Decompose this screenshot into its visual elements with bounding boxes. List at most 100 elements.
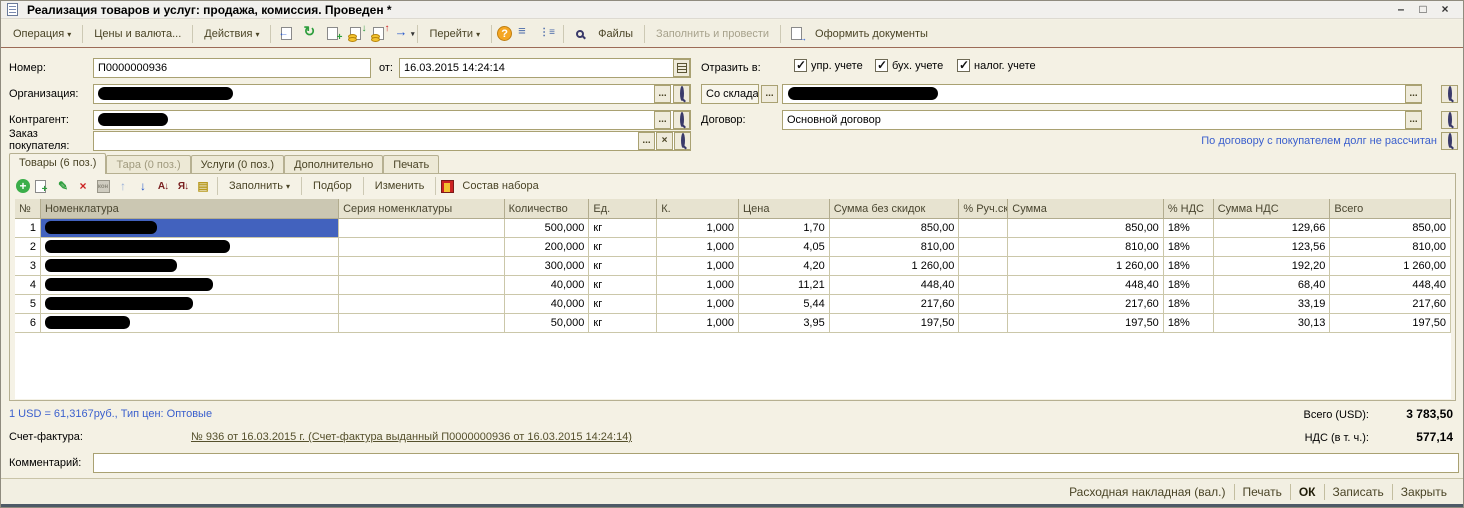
refresh-icon[interactable]: ↻: [299, 24, 320, 44]
cell-manual[interactable]: [959, 238, 1008, 257]
cell-sum[interactable]: 850,00: [1008, 219, 1164, 238]
column-header[interactable]: №: [15, 199, 41, 219]
files-button[interactable]: Файлы: [592, 25, 639, 43]
contract-open-button[interactable]: [1441, 111, 1458, 129]
cell-vat_sum[interactable]: 192,20: [1214, 257, 1331, 276]
cell-sum_wo[interactable]: 1 260,00: [830, 257, 960, 276]
cell-series[interactable]: [339, 257, 505, 276]
sort-desc-icon[interactable]: Я↓: [174, 177, 192, 195]
cell-total[interactable]: 197,50: [1330, 314, 1451, 333]
cell-price[interactable]: 3,95: [739, 314, 830, 333]
tab-tara[interactable]: Тара (0 поз.): [106, 155, 190, 174]
cell-total[interactable]: 810,00: [1330, 238, 1451, 257]
column-header[interactable]: Ед.: [589, 199, 657, 219]
cell-vat[interactable]: 18%: [1164, 295, 1214, 314]
cell-num[interactable]: 5: [15, 295, 41, 314]
move-up-icon[interactable]: ↑: [114, 177, 132, 195]
debt-open-button[interactable]: [1441, 132, 1458, 150]
cell-sum_wo[interactable]: 448,40: [830, 276, 960, 295]
print-button[interactable]: Печать: [1235, 482, 1290, 502]
cell-unit[interactable]: кг: [589, 238, 657, 257]
edit-row-icon[interactable]: ✎: [54, 177, 72, 195]
cell-num[interactable]: 2: [15, 238, 41, 257]
cell-qty[interactable]: 200,000: [505, 238, 590, 257]
ok-button[interactable]: ОК: [1291, 482, 1324, 502]
cell-sum[interactable]: 448,40: [1008, 276, 1164, 295]
comment-input[interactable]: [93, 453, 1459, 473]
cell-num[interactable]: 4: [15, 276, 41, 295]
debt-status-link[interactable]: По договору с покупателем долг не рассчи…: [1141, 135, 1437, 147]
sort-asc-icon[interactable]: А↓: [154, 177, 172, 195]
delete-row-icon[interactable]: ×: [74, 177, 92, 195]
cell-vat[interactable]: 18%: [1164, 276, 1214, 295]
actions-menu[interactable]: Действия▾: [198, 25, 265, 43]
contract-select-button[interactable]: ...: [1405, 111, 1422, 129]
cell-total[interactable]: 448,40: [1330, 276, 1451, 295]
cell-manual[interactable]: [959, 276, 1008, 295]
copy-add-icon[interactable]: +: [322, 24, 343, 44]
order-clear-button[interactable]: ×: [656, 132, 673, 150]
tab-additional[interactable]: Дополнительно: [284, 155, 383, 174]
cell-qty[interactable]: 40,000: [505, 276, 590, 295]
checkbox-icon[interactable]: [875, 59, 888, 72]
cell-name[interactable]: [41, 295, 339, 314]
cell-manual[interactable]: [959, 314, 1008, 333]
cell-sum_wo[interactable]: 197,50: [830, 314, 960, 333]
cell-qty[interactable]: 300,000: [505, 257, 590, 276]
tab-goods[interactable]: Товары (6 поз.): [9, 153, 106, 174]
column-header[interactable]: Сумма без скидок: [830, 199, 960, 219]
cell-sum[interactable]: 810,00: [1008, 238, 1164, 257]
column-header[interactable]: Серия номенклатуры: [339, 199, 505, 219]
end-edit-icon[interactable]: кон: [94, 177, 112, 195]
cell-vat_sum[interactable]: 68,40: [1214, 276, 1331, 295]
column-header[interactable]: Количество: [505, 199, 590, 219]
date-input[interactable]: 16.03.2015 14:24:14: [399, 58, 691, 78]
warehouse-open-button[interactable]: [1441, 85, 1458, 103]
cell-vat_sum[interactable]: 33,19: [1214, 295, 1331, 314]
cell-qty[interactable]: 500,000: [505, 219, 590, 238]
cell-num[interactable]: 1: [15, 219, 41, 238]
cell-unit[interactable]: кг: [589, 276, 657, 295]
checkbox-upr-uchet[interactable]: упр. учете: [794, 59, 863, 72]
cell-vat_sum[interactable]: 30,13: [1214, 314, 1331, 333]
cell-series[interactable]: [339, 295, 505, 314]
cell-vat[interactable]: 18%: [1164, 219, 1214, 238]
organization-select-button[interactable]: ...: [654, 85, 671, 103]
cell-total[interactable]: 1 260,00: [1330, 257, 1451, 276]
cell-name[interactable]: [41, 314, 339, 333]
cell-vat[interactable]: 18%: [1164, 314, 1214, 333]
cell-price[interactable]: 4,20: [739, 257, 830, 276]
cell-k[interactable]: 1,000: [657, 238, 739, 257]
minimize-button[interactable]: –: [1391, 2, 1411, 17]
create-based-on-icon[interactable]: →▾: [391, 24, 412, 44]
contract-input[interactable]: Основной договор: [782, 110, 1422, 130]
save-button[interactable]: Записать: [1325, 482, 1392, 502]
cell-sum_wo[interactable]: 217,60: [830, 295, 960, 314]
subordination-list-icon[interactable]: ≡: [514, 24, 535, 44]
cell-unit[interactable]: кг: [589, 219, 657, 238]
cell-sum_wo[interactable]: 810,00: [830, 238, 960, 257]
cell-vat_sum[interactable]: 129,66: [1214, 219, 1331, 238]
cell-series[interactable]: [339, 219, 505, 238]
cell-k[interactable]: 1,000: [657, 276, 739, 295]
cell-qty[interactable]: 40,000: [505, 295, 590, 314]
cell-k[interactable]: 1,000: [657, 219, 739, 238]
invoice-link[interactable]: № 936 от 16.03.2015 г. (Счет-фактура выд…: [191, 431, 632, 443]
cell-qty[interactable]: 50,000: [505, 314, 590, 333]
cell-vat[interactable]: 18%: [1164, 238, 1214, 257]
cell-series[interactable]: [339, 276, 505, 295]
maximize-button[interactable]: □: [1413, 2, 1433, 17]
set-contents-button[interactable]: Состав набора: [456, 177, 544, 195]
prices-currency-button[interactable]: Цены и валюта...: [88, 25, 187, 43]
cell-manual[interactable]: [959, 295, 1008, 314]
cell-sum[interactable]: 217,60: [1008, 295, 1164, 314]
number-input[interactable]: П0000000936: [93, 58, 371, 78]
column-header[interactable]: Всего: [1330, 199, 1451, 219]
cell-unit[interactable]: кг: [589, 314, 657, 333]
column-header[interactable]: Номенклатура: [41, 199, 339, 219]
cell-series[interactable]: [339, 314, 505, 333]
order-open-button[interactable]: [674, 132, 691, 150]
cell-name[interactable]: [41, 257, 339, 276]
add-row-icon[interactable]: +: [14, 177, 32, 195]
calendar-button[interactable]: [673, 59, 690, 77]
